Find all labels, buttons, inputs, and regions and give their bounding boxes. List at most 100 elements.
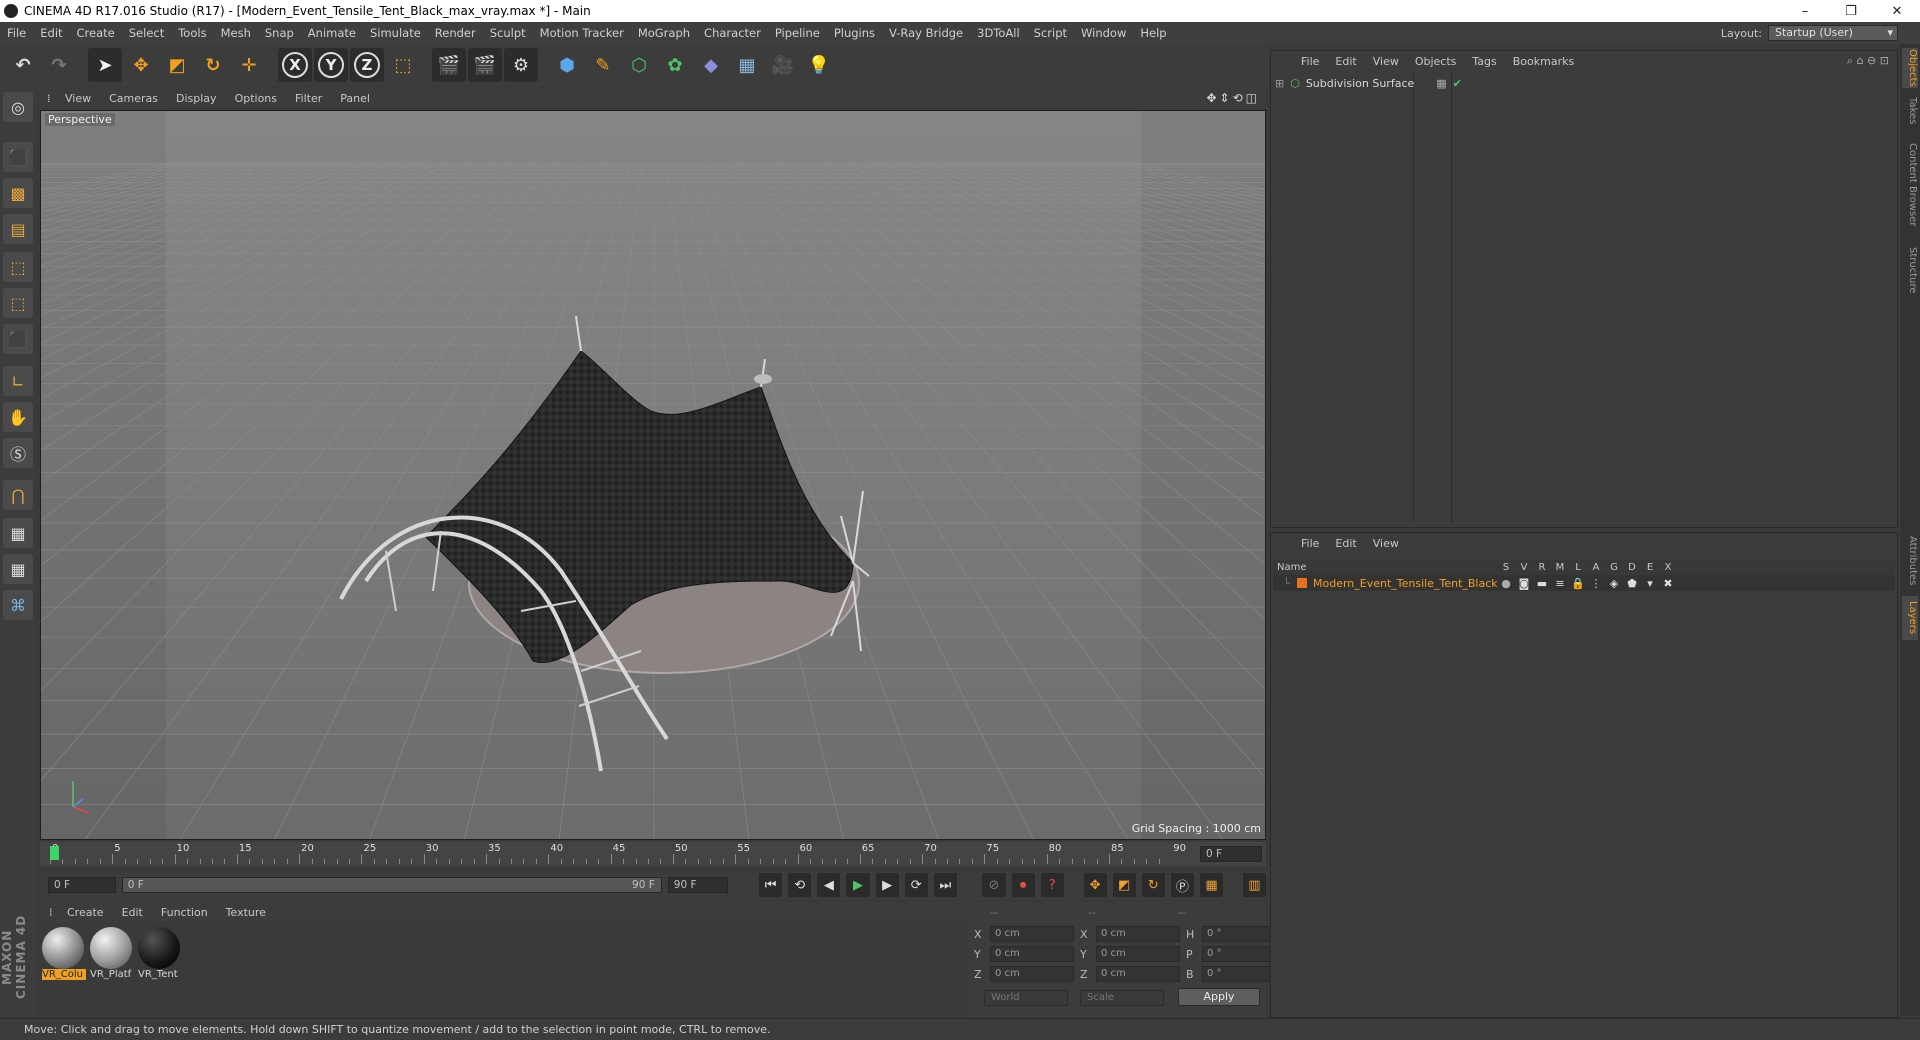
next-key-icon[interactable]: ⟳ bbox=[904, 873, 928, 897]
objects-menu-objects[interactable]: Objects bbox=[1407, 55, 1465, 68]
light-icon[interactable]: 💡 bbox=[802, 48, 836, 82]
apply-button[interactable]: Apply bbox=[1178, 988, 1260, 1006]
tab-attributes[interactable]: Attributes bbox=[1902, 532, 1918, 590]
close-button[interactable]: ✕ bbox=[1874, 4, 1920, 19]
objects-menu-bookmarks[interactable]: Bookmarks bbox=[1505, 55, 1582, 68]
menu-plugins[interactable]: Plugins bbox=[827, 26, 882, 40]
enabled-check-icon[interactable]: ✔ bbox=[1453, 77, 1462, 90]
objects-menu-edit[interactable]: Edit bbox=[1327, 55, 1364, 68]
viewport-navigation-icons[interactable]: ✥⇕⟲◫ bbox=[1206, 91, 1266, 105]
minimize-button[interactable]: – bbox=[1782, 4, 1828, 19]
planar-workplane-icon[interactable]: ▦ bbox=[3, 554, 33, 584]
z-axis-lock-icon[interactable]: Z bbox=[350, 48, 384, 82]
go-to-end-icon[interactable]: ⏭ bbox=[933, 873, 957, 897]
size-z-field[interactable]: 0 cm bbox=[1096, 966, 1180, 982]
camera-icon[interactable]: 🎥 bbox=[766, 48, 800, 82]
x-axis-lock-icon[interactable]: X bbox=[278, 48, 312, 82]
end-frame-field[interactable]: 90 F bbox=[667, 877, 728, 893]
cube-primitive-icon[interactable]: ⬢ bbox=[550, 48, 584, 82]
layer-manager-icon[interactable]: ≡ bbox=[1551, 577, 1569, 590]
key-scale-icon[interactable]: ◩ bbox=[1112, 873, 1136, 897]
render-picture-viewer-icon[interactable]: 🎬 bbox=[468, 48, 502, 82]
layer-name[interactable]: Modern_Event_Tensile_Tent_Black bbox=[1313, 577, 1497, 590]
deformer-icon[interactable]: ◆ bbox=[694, 48, 728, 82]
size-y-field[interactable]: 0 cm bbox=[1096, 946, 1180, 962]
edges-mode-icon[interactable]: ⬚ bbox=[3, 288, 33, 318]
expand-icon[interactable]: ⊞ bbox=[1275, 77, 1284, 90]
tab-layers[interactable]: Layers bbox=[1902, 596, 1918, 640]
viewport-menu-cameras[interactable]: Cameras bbox=[100, 92, 167, 105]
material-menu-function[interactable]: Function bbox=[152, 906, 217, 919]
frame-range-slider[interactable]: 0 F 90 F bbox=[121, 877, 662, 893]
python-icon[interactable]: ⌘ bbox=[3, 590, 33, 620]
snap-icon[interactable]: Ⓢ bbox=[3, 438, 33, 468]
layer-view-icon[interactable]: ◙ bbox=[1515, 577, 1533, 590]
layer-solo-icon[interactable]: ● bbox=[1497, 577, 1515, 590]
layer-color-swatch[interactable] bbox=[1297, 578, 1307, 588]
redo-icon[interactable]: ↷ bbox=[42, 48, 76, 82]
material-swatch[interactable]: VR_Colu bbox=[42, 927, 86, 985]
select-tool-icon[interactable]: ➤ bbox=[88, 48, 122, 82]
menu-help[interactable]: Help bbox=[1133, 26, 1173, 40]
rotate-tool-icon[interactable]: ↻ bbox=[196, 48, 230, 82]
tweak-mode-icon[interactable]: ✋ bbox=[3, 402, 33, 432]
menu-motion-tracker[interactable]: Motion Tracker bbox=[533, 26, 631, 40]
go-to-start-icon[interactable]: ⏮ bbox=[759, 873, 783, 897]
points-mode-icon[interactable]: ⬚ bbox=[3, 252, 33, 282]
menu-sculpt[interactable]: Sculpt bbox=[483, 26, 533, 40]
object-manager-search-icon[interactable]: ⌕ ⌂ ⊖ ⊡ bbox=[1847, 54, 1897, 68]
layer-row[interactable]: └ Modern_Event_Tensile_Tent_Black ● ◙ ▬ … bbox=[1273, 575, 1895, 591]
record-active-objects-icon[interactable]: ⏺ bbox=[1011, 873, 1035, 897]
play-icon[interactable]: ▶ bbox=[846, 873, 870, 897]
layer-deformers-icon[interactable]: ⬟ bbox=[1623, 577, 1641, 590]
key-rotation-icon[interactable]: ↻ bbox=[1141, 873, 1165, 897]
key-point-level-icon[interactable]: ▦ bbox=[1200, 873, 1224, 897]
make-editable-icon[interactable]: ◎ bbox=[3, 92, 33, 122]
menu-vray-bridge[interactable]: V-Ray Bridge bbox=[882, 26, 970, 40]
workplane-mode-icon[interactable]: ▤ bbox=[3, 214, 33, 244]
material-swatch[interactable]: VR_Tent bbox=[138, 927, 182, 985]
motion-record-icon[interactable]: ⊘ bbox=[982, 873, 1006, 897]
objects-menu-tags[interactable]: Tags bbox=[1464, 55, 1504, 68]
layer-lock-icon[interactable]: 🔒 bbox=[1569, 577, 1587, 590]
menu-mograph[interactable]: MoGraph bbox=[631, 26, 697, 40]
material-menu-edit[interactable]: Edit bbox=[113, 906, 152, 919]
y-axis-lock-icon[interactable]: Y bbox=[314, 48, 348, 82]
menu-simulate[interactable]: Simulate bbox=[363, 26, 428, 40]
layers-menu-view[interactable]: View bbox=[1365, 537, 1407, 550]
menu-character[interactable]: Character bbox=[697, 26, 768, 40]
autokeying-icon[interactable]: ? bbox=[1040, 873, 1064, 897]
cloner-icon[interactable]: ✿ bbox=[658, 48, 692, 82]
layers-menu-file[interactable]: File bbox=[1293, 537, 1327, 550]
tab-objects[interactable]: Objects bbox=[1902, 48, 1918, 88]
coordinate-system-icon[interactable]: ⬚ bbox=[386, 48, 420, 82]
perspective-viewport[interactable]: Perspective Grid Spacing : 1000 cm bbox=[40, 110, 1266, 840]
undo-icon[interactable]: ↶ bbox=[6, 48, 40, 82]
coordinate-space-dropdown[interactable]: World bbox=[984, 990, 1068, 1006]
viewport-menu-view[interactable]: View bbox=[56, 92, 100, 105]
current-frame-field[interactable]: 0 F bbox=[1200, 846, 1262, 862]
render-settings-icon[interactable]: ⚙ bbox=[504, 48, 538, 82]
objects-menu-file[interactable]: File bbox=[1293, 55, 1327, 68]
move-tool-icon[interactable]: ✥ bbox=[124, 48, 158, 82]
menu-mesh[interactable]: Mesh bbox=[214, 26, 258, 40]
subdivision-surface-icon[interactable]: ⬡ bbox=[622, 48, 656, 82]
viewport-menu-panel[interactable]: Panel bbox=[331, 92, 379, 105]
next-frame-icon[interactable]: ▶ bbox=[875, 873, 899, 897]
key-parameter-icon[interactable]: Ⓟ bbox=[1170, 873, 1194, 897]
menu-select[interactable]: Select bbox=[122, 26, 171, 40]
model-mode-icon[interactable]: ⬛ bbox=[3, 142, 33, 172]
render-view-icon[interactable]: 🎬 bbox=[432, 48, 466, 82]
menu-script[interactable]: Script bbox=[1027, 26, 1074, 40]
viewport-menu-options[interactable]: Options bbox=[226, 92, 286, 105]
menu-edit[interactable]: Edit bbox=[33, 26, 69, 40]
menu-file[interactable]: File bbox=[0, 26, 33, 40]
polygons-mode-icon[interactable]: ⬛ bbox=[3, 324, 33, 354]
start-frame-field[interactable]: 0 F bbox=[48, 877, 116, 893]
object-row-subdivision-surface[interactable]: ⊞ ⬡ Subdivision Surface ▦ ✔ bbox=[1275, 75, 1462, 91]
position-y-field[interactable]: 0 cm bbox=[990, 946, 1074, 962]
menu-pipeline[interactable]: Pipeline bbox=[768, 26, 827, 40]
layer-animation-icon[interactable]: ⋮ bbox=[1587, 577, 1605, 590]
texture-mode-icon[interactable]: ▩ bbox=[3, 178, 33, 208]
pen-spline-icon[interactable]: ✎ bbox=[586, 48, 620, 82]
